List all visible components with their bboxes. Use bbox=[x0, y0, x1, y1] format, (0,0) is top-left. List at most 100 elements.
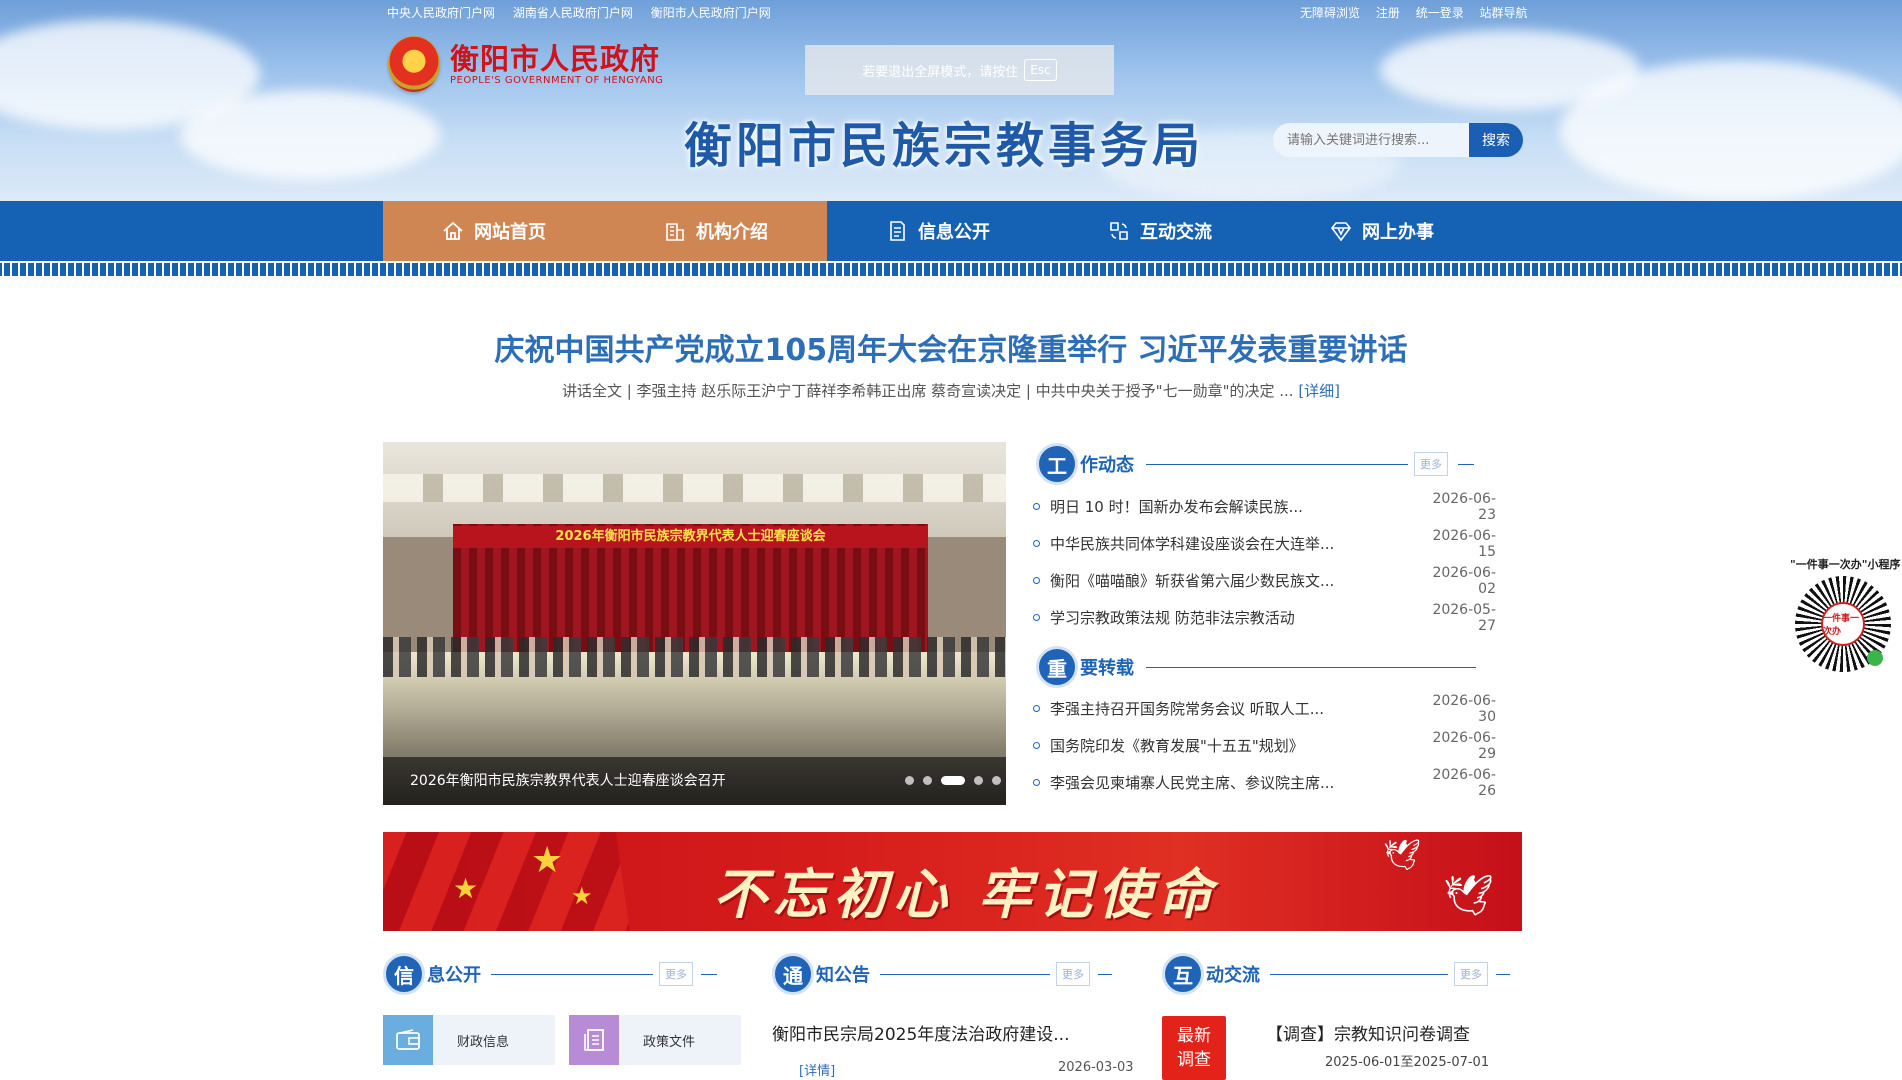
interaction-title[interactable]: 动交流 bbox=[1206, 961, 1260, 987]
news-carousel[interactable]: 2026年衡阳市民族宗教界代表人士迎春座谈会 2026年衡阳市民族宗教界代表人士… bbox=[383, 442, 1006, 805]
nav-interaction-label: 互动交流 bbox=[1140, 222, 1212, 243]
logo-cn-text: 衡阳市人民政府 bbox=[450, 41, 661, 76]
finance-info-tile[interactable]: 财政信息 bbox=[383, 1015, 555, 1065]
interaction-badge: 互 bbox=[1162, 953, 1204, 995]
headline-sub-text[interactable]: 讲话全文 | 李强主持 赵乐际王沪宁丁薛祥李希韩正出席 蔡奇宣读决定 | 中共中… bbox=[562, 382, 1275, 400]
gov-logo[interactable]: 衡阳市人民政府 PEOPLE'S GOVERNMENT OF HENGYANG bbox=[388, 36, 663, 92]
home-icon bbox=[442, 220, 464, 242]
link-central-gov[interactable]: 中央人民政府门户网 bbox=[387, 6, 495, 20]
finance-info-label: 财政信息 bbox=[457, 1034, 510, 1050]
news-title[interactable]: 学习宗教政策法规 防范非法宗教活动 bbox=[1050, 607, 1416, 628]
section-divider bbox=[1146, 666, 1476, 668]
site-title: 衡阳市民族宗教事务局 bbox=[684, 118, 1205, 174]
building-icon bbox=[664, 220, 686, 242]
section-divider bbox=[1458, 463, 1474, 465]
news-title[interactable]: 中华民族共同体学科建设座谈会在大连举... bbox=[1050, 533, 1416, 554]
important-badge: 重 bbox=[1036, 646, 1078, 688]
search-input[interactable] bbox=[1273, 123, 1469, 157]
flag-decoration bbox=[383, 832, 636, 931]
nav-info-public[interactable]: 信息公开 bbox=[827, 201, 1049, 261]
wechat-icon bbox=[1867, 650, 1883, 666]
nav-online-label: 网上办事 bbox=[1362, 222, 1434, 243]
meander-border-decoration bbox=[0, 261, 1902, 278]
policy-docs-tile[interactable]: 政策文件 bbox=[569, 1015, 741, 1065]
search-bar: 搜索 bbox=[1273, 123, 1523, 157]
survey-title[interactable]: 【调查】宗教知识问卷调查 bbox=[1266, 1020, 1470, 1045]
news-title[interactable]: 衡阳《喵喵酿》斩获省第六届少数民族文... bbox=[1050, 570, 1416, 591]
interaction-icon bbox=[1108, 220, 1130, 242]
logo-en-text: PEOPLE'S GOVERNMENT OF HENGYANG bbox=[450, 74, 664, 86]
carousel-dot[interactable] bbox=[905, 776, 914, 785]
carousel-dot-active[interactable] bbox=[941, 776, 965, 785]
notice-date: 2026-03-03 bbox=[1058, 1060, 1134, 1075]
section-divider bbox=[1098, 973, 1112, 975]
info-public-title[interactable]: 息公开 bbox=[427, 961, 481, 987]
list-item[interactable]: 中华民族共同体学科建设座谈会在大连举... 2026-06-15 bbox=[1031, 525, 1496, 562]
notice-item-title[interactable]: 衡阳市民宗局2025年度法治政府建设... bbox=[772, 1020, 1069, 1045]
policy-docs-label: 政策文件 bbox=[643, 1034, 696, 1050]
search-button[interactable]: 搜索 bbox=[1469, 123, 1523, 157]
important-list: 李强主持召开国务院常务会议 听取人工... 2026-06-30 国务院印发《教育… bbox=[1031, 690, 1496, 801]
work-news-list: 明日 10 时！国新办发布会解读民族... 2026-06-23 中华民族共同体学… bbox=[1031, 488, 1496, 636]
fullscreen-exit-tip: 若要退出全屏模式，请按住 Esc bbox=[805, 45, 1114, 95]
nav-interaction[interactable]: 互动交流 bbox=[1049, 201, 1271, 261]
carousel-dot[interactable] bbox=[974, 776, 983, 785]
work-news-badge: 工 bbox=[1036, 443, 1078, 485]
work-news-title[interactable]: 作动态 bbox=[1080, 451, 1134, 477]
news-title[interactable]: 明日 10 时！国新办发布会解读民族... bbox=[1050, 496, 1416, 517]
news-title[interactable]: 李强主持召开国务院常务会议 听取人工... bbox=[1050, 698, 1416, 719]
cloud-decoration bbox=[1560, 60, 1902, 200]
carousel-dot[interactable] bbox=[992, 776, 1001, 785]
fullscreen-tip-text: 若要退出全屏模式，请按住 bbox=[862, 64, 1019, 80]
news-date: 2026-06-23 bbox=[1432, 490, 1496, 523]
list-item[interactable]: 李强会见柬埔寨人民党主席、参议院主席... 2026-06-26 bbox=[1031, 764, 1496, 801]
link-accessibility[interactable]: 无障碍浏览 bbox=[1300, 6, 1360, 20]
list-item[interactable]: 国务院印发《教育发展"十五五"规划》 2026-06-29 bbox=[1031, 727, 1496, 764]
list-item[interactable]: 学习宗教政策法规 防范非法宗教活动 2026-05-27 bbox=[1031, 599, 1496, 636]
mission-banner[interactable]: ★ ★ ★ 不忘初心 牢记使命 🕊 🕊 bbox=[383, 832, 1522, 931]
section-divider bbox=[701, 973, 717, 975]
survey-badge[interactable]: 最新 调查 bbox=[1162, 1016, 1226, 1080]
link-site-nav[interactable]: 站群导航 bbox=[1480, 6, 1528, 20]
work-news-more-button[interactable]: 更多 bbox=[1414, 452, 1448, 476]
qr-label: "一件事一次办"小程序 bbox=[1790, 558, 1901, 571]
survey-badge-line2: 调查 bbox=[1177, 1050, 1211, 1070]
nav-home[interactable]: 网站首页 bbox=[383, 201, 605, 261]
interaction-more-button[interactable]: 更多 bbox=[1454, 962, 1488, 986]
notice-detail-link[interactable]: [详情] bbox=[799, 1060, 835, 1079]
survey-badge-line1: 最新 bbox=[1177, 1026, 1211, 1046]
list-item[interactable]: 李强主持召开国务院常务会议 听取人工... 2026-06-30 bbox=[1031, 690, 1496, 727]
nav-online-service[interactable]: 网上办事 bbox=[1271, 201, 1493, 261]
important-title[interactable]: 要转载 bbox=[1080, 654, 1134, 680]
nav-about-label: 机构介绍 bbox=[696, 222, 768, 243]
nav-about[interactable]: 机构介绍 bbox=[605, 201, 827, 261]
notices-more-button[interactable]: 更多 bbox=[1056, 962, 1090, 986]
news-title[interactable]: 李强会见柬埔寨人民党主席、参议院主席... bbox=[1050, 772, 1416, 793]
link-login[interactable]: 统一登录 bbox=[1416, 6, 1464, 20]
link-register[interactable]: 注册 bbox=[1376, 6, 1400, 20]
diamond-icon bbox=[1330, 220, 1352, 242]
news-date: 2026-06-02 bbox=[1432, 564, 1496, 597]
important-header: 重 要转载 bbox=[1036, 646, 1476, 688]
link-hengyang-gov[interactable]: 衡阳市人民政府门户网 bbox=[651, 6, 771, 20]
section-divider bbox=[491, 973, 653, 975]
top-bar: 中央人民政府门户网 湖南省人民政府门户网 衡阳市人民政府门户网 无障碍浏览 注册… bbox=[0, 0, 1902, 24]
headline-title[interactable]: 庆祝中国共产党成立105周年大会在京隆重举行 习近平发表重要讲话 bbox=[0, 325, 1902, 369]
star-icon: ★ bbox=[531, 840, 564, 881]
info-public-more-button[interactable]: 更多 bbox=[659, 962, 693, 986]
section-divider bbox=[1496, 973, 1510, 975]
photo-attendees bbox=[383, 637, 1006, 677]
cloud-decoration bbox=[180, 90, 440, 180]
carousel-dots bbox=[905, 776, 1006, 785]
list-item[interactable]: 衡阳《喵喵酿》斩获省第六届少数民族文... 2026-06-02 bbox=[1031, 562, 1496, 599]
list-item[interactable]: 明日 10 时！国新办发布会解读民族... 2026-06-23 bbox=[1031, 488, 1496, 525]
nav-info-label: 信息公开 bbox=[918, 222, 990, 243]
link-hunan-gov[interactable]: 湖南省人民政府门户网 bbox=[513, 6, 633, 20]
headline-more-link[interactable]: [详细] bbox=[1298, 382, 1340, 400]
main-nav: 网站首页 机构介绍 信息公开 互动交流 网上办事 bbox=[0, 201, 1902, 261]
carousel-dot[interactable] bbox=[923, 776, 932, 785]
photo-lights bbox=[383, 474, 1006, 502]
dove-icon: 🕊 bbox=[1443, 873, 1494, 919]
notices-title[interactable]: 知公告 bbox=[816, 961, 870, 987]
news-title[interactable]: 国务院印发《教育发展"十五五"规划》 bbox=[1050, 735, 1416, 756]
